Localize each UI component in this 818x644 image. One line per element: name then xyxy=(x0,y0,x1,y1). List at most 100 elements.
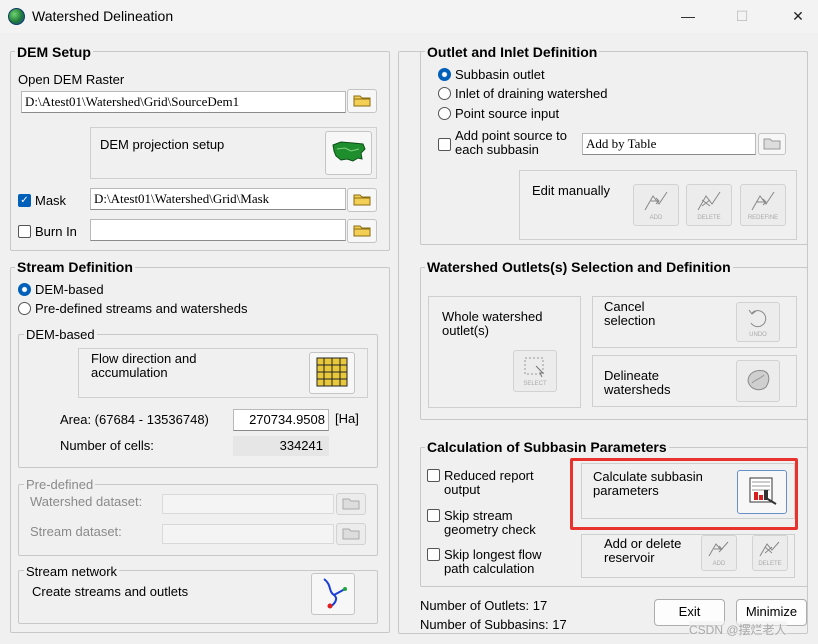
add-reservoir-caption: ADD xyxy=(712,560,726,567)
reservoir-label: Add or delete reservoir xyxy=(604,536,682,565)
burn-in-path-field[interactable] xyxy=(90,219,346,241)
cancel-selection-label: Cancel selection xyxy=(604,299,656,328)
watershed-dataset-label: Watershed dataset: xyxy=(30,494,143,509)
predefined-subgroup-title: Pre-defined xyxy=(24,477,96,492)
add-reservoir-icon xyxy=(706,540,732,561)
globe-app-icon xyxy=(8,8,25,25)
flow-direction-button[interactable] xyxy=(309,352,355,394)
select-outlets-button[interactable]: SELECT xyxy=(513,350,557,392)
open-dem-label: Open DEM Raster xyxy=(18,72,125,87)
skip-stream-geometry-checkbox[interactable] xyxy=(427,509,440,522)
subbasins-count: Number of Subbasins: 17 xyxy=(420,617,567,632)
undo-icon xyxy=(746,307,770,332)
watermark: CSDN @摆烂老人 xyxy=(689,621,787,638)
stream-dataset-label: Stream dataset: xyxy=(30,524,122,539)
delete-reservoir-caption: DELETE xyxy=(758,560,782,567)
inlet-draining-radio[interactable] xyxy=(438,87,451,100)
close-window-button[interactable]: ✕ xyxy=(784,4,812,28)
cancel-selection-button: UNDO xyxy=(736,302,780,342)
report-chart-icon xyxy=(746,476,778,509)
browse-dem-button[interactable] xyxy=(347,89,377,113)
delineate-label: Delineate watersheds xyxy=(604,368,671,397)
area-unit-label: [Ha] xyxy=(335,411,359,426)
watershed-dataset-field xyxy=(162,494,334,514)
delete-reservoir-icon xyxy=(757,540,783,561)
cancel-selection-caption: UNDO xyxy=(749,331,767,338)
usa-map-icon xyxy=(331,139,367,168)
add-outlet-button: ADD xyxy=(633,184,679,226)
select-outlets-caption: SELECT xyxy=(523,380,547,387)
subbasin-outlet-radio[interactable] xyxy=(438,68,451,81)
dem-based-label: DEM-based xyxy=(35,282,104,297)
folder-icon xyxy=(353,192,371,209)
redefine-outlet-button-caption: REDEFINE xyxy=(747,214,779,221)
add-point-icon xyxy=(641,190,671,215)
point-source-label: Point source input xyxy=(455,106,560,121)
stream-network-title: Stream network xyxy=(24,564,120,579)
delete-point-icon xyxy=(694,190,724,215)
add-point-source-label: Add point source to each subbasin xyxy=(455,128,568,157)
watershed-icon xyxy=(744,367,772,396)
reduced-report-checkbox[interactable] xyxy=(427,469,440,482)
subbasin-outlet-label: Subbasin outlet xyxy=(455,67,545,82)
delete-reservoir-button: DELETE xyxy=(752,535,788,571)
create-streams-button[interactable] xyxy=(311,573,355,615)
browse-burn-in-button[interactable] xyxy=(347,219,377,243)
redefine-point-icon xyxy=(748,190,778,215)
skip-longest-flow-label: Skip longest flow path calculation xyxy=(444,547,542,576)
stream-dataset-field xyxy=(162,524,334,544)
calculate-subbasin-button[interactable] xyxy=(737,470,787,514)
edit-manually-label: Edit manually xyxy=(532,183,611,198)
area-input[interactable]: 270734.9508 xyxy=(233,409,329,431)
calculate-subbasin-label: Calculate subbasin parameters xyxy=(593,469,703,498)
reduced-report-label: Reduced report output xyxy=(444,468,534,497)
browse-mask-button[interactable] xyxy=(347,188,377,212)
outlets-count: Number of Outlets: 17 xyxy=(420,598,548,613)
burn-in-label: Burn In xyxy=(35,224,77,239)
cells-label: Number of cells: xyxy=(60,438,154,453)
browse-table-button[interactable] xyxy=(758,133,786,155)
maximize-window-button: ☐ xyxy=(735,8,749,24)
minimize-window-button[interactable]: — xyxy=(674,4,702,28)
folder-icon xyxy=(342,496,360,513)
flow-direction-label: Flow direction and accumulation xyxy=(91,351,197,380)
inlet-draining-label: Inlet of draining watershed xyxy=(455,86,608,101)
add-point-source-checkbox[interactable] xyxy=(438,138,451,151)
folder-icon xyxy=(353,223,371,240)
point-source-radio[interactable] xyxy=(438,107,451,120)
create-streams-label: Create streams and outlets xyxy=(32,584,189,599)
select-icon xyxy=(522,356,548,381)
dem-setup-title: DEM Setup xyxy=(15,44,93,60)
mask-checkbox[interactable]: ✓ xyxy=(18,194,31,207)
delete-outlet-button: DELETE xyxy=(686,184,732,226)
stream-definition-title: Stream Definition xyxy=(15,259,135,275)
subbasin-params-title: Calculation of Subbasin Parameters xyxy=(425,439,669,455)
mask-path-field[interactable]: D:\Atest01\Watershed\Grid\Mask xyxy=(90,188,346,210)
area-label: Area: (67684 - 13536748) xyxy=(60,412,209,427)
dem-based-subgroup-title: DEM-based xyxy=(24,327,97,342)
stream-network-icon xyxy=(318,577,348,612)
window-title: Watershed Delineation xyxy=(32,8,174,24)
browse-watershed-dataset-button xyxy=(336,493,366,515)
whole-watershed-label: Whole watershed outlet(s) xyxy=(442,309,543,338)
dem-based-radio[interactable] xyxy=(18,283,31,296)
delete-outlet-button-caption: DELETE xyxy=(697,214,721,221)
projection-setup-button[interactable] xyxy=(325,131,372,175)
skip-stream-geometry-label: Skip stream geometry check xyxy=(444,508,536,537)
add-by-table-field[interactable]: Add by Table xyxy=(582,133,756,155)
add-outlet-button-caption: ADD xyxy=(649,214,663,221)
folder-icon xyxy=(353,93,371,110)
folder-icon xyxy=(763,136,781,153)
browse-stream-dataset-button xyxy=(336,523,366,545)
dem-raster-path-field[interactable]: D:\Atest01\Watershed\Grid\SourceDem1 xyxy=(21,91,346,113)
cells-value: 334241 xyxy=(233,436,329,456)
grid-icon xyxy=(316,357,348,390)
burn-in-checkbox[interactable] xyxy=(18,225,31,238)
folder-icon xyxy=(342,526,360,543)
projection-label: DEM projection setup xyxy=(100,137,225,152)
add-reservoir-button: ADD xyxy=(701,535,737,571)
outlet-selection-title: Watershed Outlets(s) Selection and Defin… xyxy=(425,259,733,275)
skip-longest-flow-checkbox[interactable] xyxy=(427,548,440,561)
predefined-radio[interactable] xyxy=(18,302,31,315)
delineate-watersheds-button xyxy=(736,360,780,402)
